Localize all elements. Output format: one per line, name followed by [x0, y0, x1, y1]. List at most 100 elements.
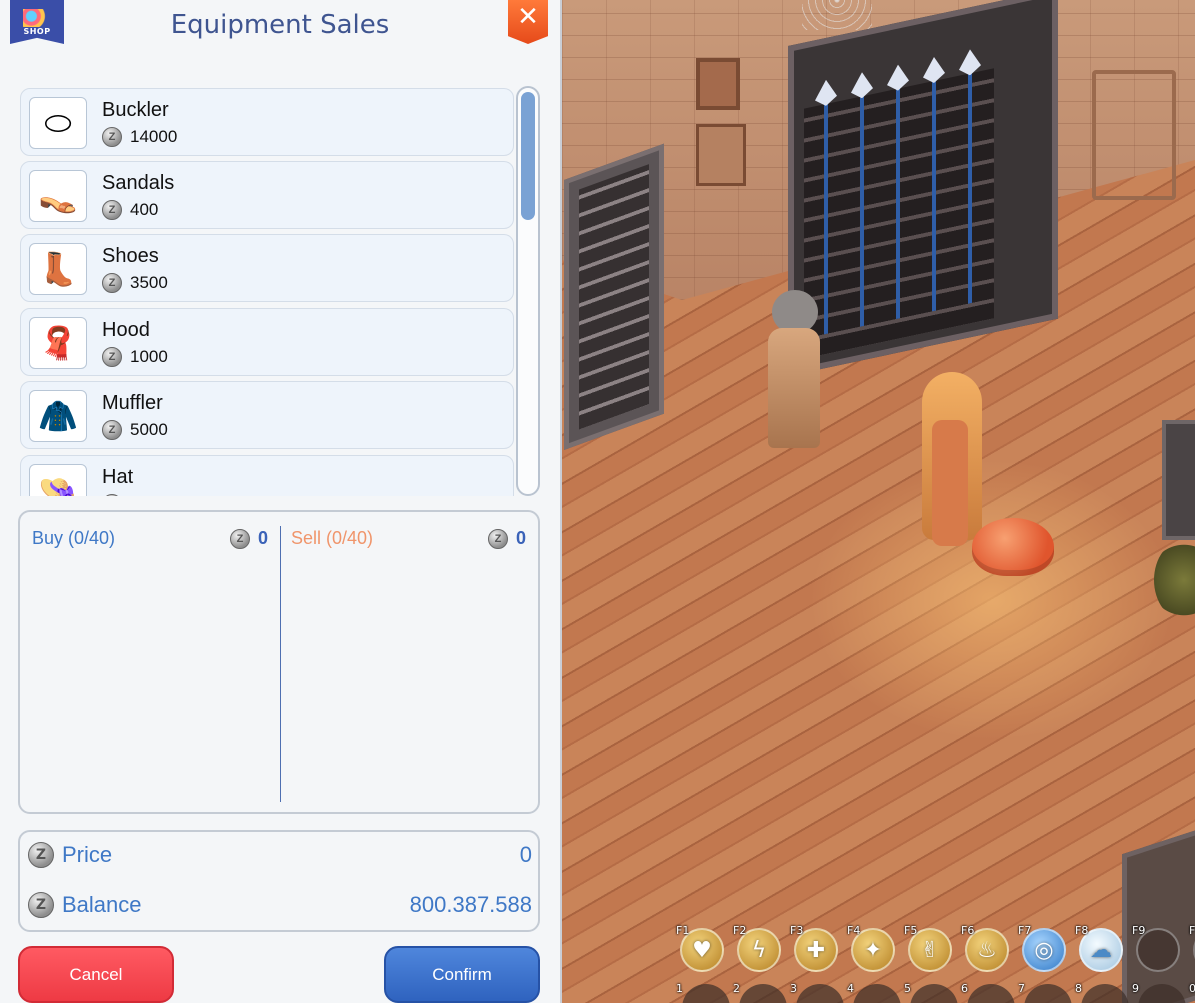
item-price: Z 14000	[102, 127, 177, 147]
trade-cart: Buy (0/40) Z0 Sell (0/40) Z0	[18, 510, 540, 814]
price-label: Price	[62, 842, 113, 867]
item-name: Hat	[102, 466, 134, 488]
zeny-coin-icon: Z	[102, 494, 122, 496]
hotkey-label: F5	[904, 924, 918, 937]
bookshelf	[564, 143, 664, 451]
item-list[interactable]: ⬭ Buckler Z 14000 👡 Sandals Z 400 👢 Shoes …	[20, 86, 516, 496]
hotkey-number: 5	[904, 982, 911, 995]
crate	[1162, 420, 1195, 540]
scroll-thumb[interactable]	[521, 92, 535, 220]
zeny-coin-icon: Z	[488, 528, 508, 549]
zeny-coin-icon: Z	[102, 127, 122, 147]
item-price-value: 1000	[130, 347, 168, 366]
buy-total-value: 0	[258, 528, 269, 548]
cancel-button[interactable]: Cancel	[18, 946, 174, 1003]
game-scene[interactable]	[562, 0, 1195, 1003]
buy-total: Z0	[230, 528, 268, 549]
item-price: Z 3500	[102, 273, 168, 293]
hotkey-slot[interactable]	[967, 984, 1015, 1003]
item-price: Z 5000	[102, 420, 168, 440]
item-price-value: 14000	[130, 127, 178, 146]
hotkey-label: F9	[1132, 924, 1146, 937]
shield-icon: ⬭	[29, 97, 87, 149]
hotkey-label: F6	[961, 924, 975, 937]
hotkey-slot[interactable]	[1081, 984, 1129, 1003]
cart-divider	[280, 526, 281, 802]
muffler-icon: 🧥	[29, 390, 87, 442]
zeny-coin-icon: Z	[102, 420, 122, 440]
potted-plant	[1154, 540, 1195, 620]
hotkey-slot[interactable]	[682, 984, 730, 1003]
zeny-coin-icon: Z	[28, 842, 54, 868]
hotkey-f6[interactable]: F6 ♨	[961, 924, 1011, 976]
hotkey-label: F4	[847, 924, 861, 937]
hotkey-f7[interactable]: F7 ◎	[1018, 924, 1068, 976]
hotkey-f8[interactable]: F8 ☁	[1075, 924, 1125, 976]
hotkey-number: 4	[847, 982, 854, 995]
poring-monster[interactable]	[972, 518, 1054, 576]
hotkey-slot[interactable]	[1024, 984, 1072, 1003]
hotkey-slot[interactable]	[1138, 984, 1186, 1003]
item-name: Muffler	[102, 392, 163, 414]
hotkey-f1[interactable]: F1 ♥	[676, 924, 726, 976]
hotkey-f2[interactable]: F2 ϟ	[733, 924, 783, 976]
hotkey-f10[interactable]: F	[1189, 924, 1195, 976]
hotkey-label: F2	[733, 924, 747, 937]
wall-frame	[696, 58, 740, 110]
item-price: Z 1000	[102, 347, 168, 367]
item-list-scrollbar[interactable]	[516, 86, 540, 496]
list-item[interactable]: 🧣 Hood Z 1000	[20, 308, 514, 376]
list-item[interactable]: 👒 Hat Z	[20, 455, 514, 496]
confirm-button[interactable]: Confirm	[384, 946, 540, 1003]
sell-total-value: 0	[516, 528, 527, 548]
hotkey-slot[interactable]	[853, 984, 901, 1003]
item-price-value: 5000	[130, 420, 168, 439]
close-icon: ✕	[517, 2, 539, 32]
zeny-coin-icon: Z	[230, 528, 250, 549]
hotkey-label: F8	[1075, 924, 1089, 937]
hotkey-label: F3	[790, 924, 804, 937]
list-item[interactable]: 👡 Sandals Z 400	[20, 161, 514, 229]
hotkey-number: 9	[1132, 982, 1139, 995]
zeny-coin-icon: Z	[28, 892, 54, 918]
hotkey-label: F7	[1018, 924, 1032, 937]
number-hotbar: 1 2 3 4 5 6 7 8 9 0	[676, 980, 1195, 1003]
hotkey-number: 6	[961, 982, 968, 995]
item-name: Sandals	[102, 172, 175, 194]
player-character[interactable]	[918, 372, 988, 552]
sell-total: Z0	[488, 528, 526, 549]
list-item[interactable]: 👢 Shoes Z 3500	[20, 234, 514, 302]
wall-plaque	[696, 124, 746, 186]
price-value: 0	[519, 842, 532, 867]
list-item[interactable]: 🧥 Muffler Z 5000	[20, 381, 514, 449]
hotkey-number: 3	[790, 982, 797, 995]
wall-carving	[1092, 70, 1176, 200]
hotkey-f5[interactable]: F5 ✌	[904, 924, 954, 976]
hotkey-slot[interactable]	[739, 984, 787, 1003]
cobweb	[802, 0, 872, 30]
hotkey-f4[interactable]: F4 ✦	[847, 924, 897, 976]
hotkey-f3[interactable]: F3 ✚	[790, 924, 840, 976]
sell-label: Sell (0/40)	[291, 528, 374, 548]
item-price-value: 400	[130, 200, 159, 219]
hotkey-f9[interactable]: F9	[1132, 924, 1182, 976]
hood-icon: 🧣	[29, 317, 87, 369]
weapon-cabinet	[788, 0, 1058, 376]
hotkey-number: 2	[733, 982, 740, 995]
hotkey-label: F	[1189, 924, 1195, 937]
balance-row: Z Balance 800.387.588	[28, 888, 532, 922]
item-price: Z	[102, 494, 130, 496]
price-summary: Z Price 0 Z Balance 800.387.588	[18, 830, 540, 932]
item-price-value: 3500	[130, 273, 168, 292]
hotkey-number: 0	[1189, 982, 1195, 995]
buy-label: Buy (0/40)	[32, 528, 116, 548]
hotkey-number: 8	[1075, 982, 1082, 995]
npc-character[interactable]	[758, 290, 828, 455]
hotkey-slot[interactable]	[910, 984, 958, 1003]
page-title: Equipment Sales	[170, 10, 390, 40]
zeny-coin-icon: Z	[102, 273, 122, 293]
hotkey-number: 1	[676, 982, 683, 995]
hotkey-slot[interactable]	[796, 984, 844, 1003]
list-item[interactable]: ⬭ Buckler Z 14000	[20, 88, 514, 156]
close-button[interactable]: ✕	[508, 0, 548, 44]
